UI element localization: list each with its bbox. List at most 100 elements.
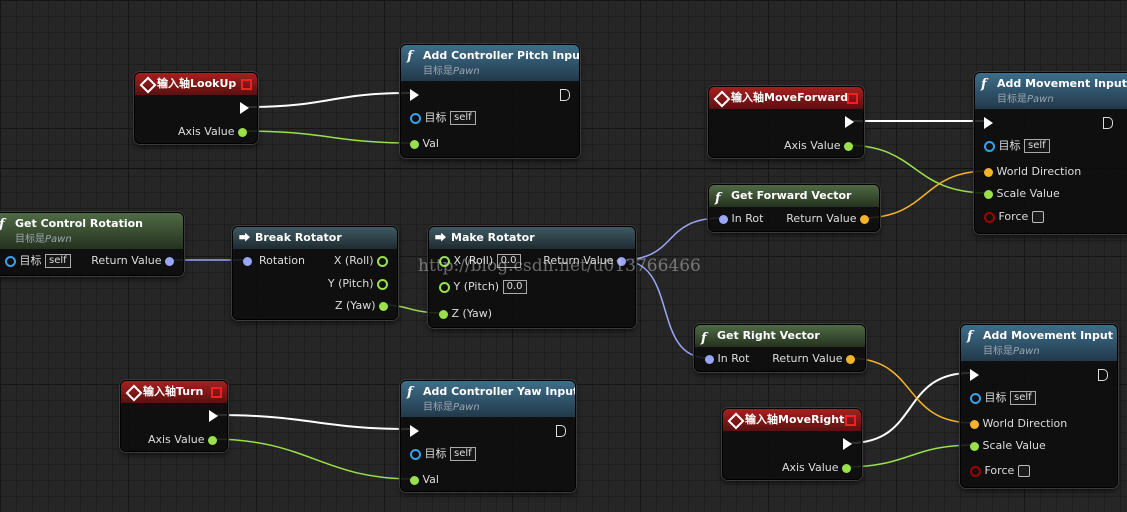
force-checkbox[interactable] [1031,211,1044,223]
pin-label: Return Value [786,212,857,225]
function-icon: f [715,191,721,206]
event-delegate-icon [845,415,856,426]
make-rotator-node[interactable]: ⮕ Make Rotator X (Roll) 0.0 Return Value … [428,226,636,328]
pin-label: 目标 [998,139,1021,152]
pin-label: World Direction [996,165,1082,178]
function-icon: f [407,49,413,64]
exec-in-pin[interactable] [410,88,419,102]
z-yaw-pin[interactable]: Z (Yaw) [335,299,388,313]
input-axis-lookup-node[interactable]: 输入轴LookUp Axis Value [134,72,258,144]
wire-forward-dir [861,170,989,219]
pin-label: 目标 [424,111,447,124]
break-rotator-node[interactable]: ⮕ Break Rotator Rotation X (Roll) Y (Pitc… [232,226,398,320]
return-value-pin[interactable]: Return Value [91,254,174,268]
world-direction-pin[interactable]: World Direction [984,165,1081,179]
exec-out-pin[interactable] [843,437,852,451]
node-title: 输入轴MoveRight [745,413,845,426]
target-pin[interactable]: 目标 self [970,391,1036,405]
node-header: 输入轴LookUp [135,73,257,95]
input-axis-moveright-node[interactable]: 输入轴MoveRight Axis Value [722,408,862,480]
return-value-pin[interactable]: Return Value [786,212,869,226]
scale-value-pin[interactable]: Scale Value [970,439,1046,453]
pin-label: Force [998,210,1029,223]
axis-value-pin[interactable]: Axis Value [784,139,853,153]
world-direction-pin[interactable]: World Direction [970,417,1067,431]
wire-exec-right [849,372,971,444]
node-title: Add Controller Pitch Input [423,49,579,62]
event-delegate-icon [211,387,222,398]
target-pin[interactable]: 目标 self [410,111,476,125]
pin-label: Scale Value [996,187,1060,200]
input-axis-moveforward-node[interactable]: 输入轴MoveForward Axis Value [708,86,864,158]
exec-out-pin[interactable] [1103,116,1113,130]
node-subtitle: 目标是Pawn [15,234,72,245]
axis-value-pin[interactable]: Axis Value [148,433,217,447]
target-self-box[interactable]: self [1024,139,1050,153]
x-roll-pin[interactable]: X (Roll) [334,254,388,268]
pin-label: 目标 [424,447,447,460]
add-controller-yaw-input-node[interactable]: f Add Controller Yaw Input 目标是Pawn 目标 self… [400,380,576,492]
get-control-rotation-node[interactable]: f Get Control Rotation 目标是Pawn 目标 self Ret… [0,212,184,276]
axis-value-pin[interactable]: Axis Value [178,125,247,139]
pin-label: Y (Pitch) [327,277,374,290]
exec-out-pin[interactable] [560,88,570,102]
node-title: Break Rotator [255,231,342,244]
node-header: f Add Controller Pitch Input 目标是Pawn [401,45,579,81]
add-movement-input-forward-node[interactable]: f Add Movement Input 目标是Pawn 目标 self World… [974,72,1127,234]
pin-label: Force [984,464,1015,477]
event-delegate-icon [241,79,252,90]
exec-out-pin[interactable] [209,409,218,423]
add-movement-input-right-node[interactable]: f Add Movement Input 目标是Pawn 目标 self World… [960,324,1118,488]
exec-out-pin[interactable] [240,101,249,115]
exec-in-pin[interactable] [970,368,979,382]
z-yaw-pin[interactable]: Z (Yaw) [439,307,492,321]
rotation-pin[interactable]: Rotation [243,254,305,268]
y-pitch-pin[interactable]: Y (Pitch) [328,277,388,291]
node-subtitle: 目标是Pawn [983,346,1040,357]
node-header: 输入轴Turn [121,381,227,403]
get-right-vector-node[interactable]: f Get Right Vector In Rot Return Value [694,324,866,372]
in-rot-pin[interactable]: In Rot [705,352,749,366]
input-axis-turn-node[interactable]: 输入轴Turn Axis Value [120,380,228,452]
node-header: f Get Control Rotation 目标是Pawn [0,213,183,249]
function-icon: f [407,385,413,400]
y-pitch-value-box[interactable]: 0.0 [502,280,527,294]
get-forward-vector-node[interactable]: f Get Forward Vector In Rot Return Value [708,184,880,232]
return-value-pin[interactable]: Return Value [772,352,855,366]
target-self-box[interactable]: self [450,111,476,125]
val-pin[interactable]: Val [410,473,439,487]
target-self-box[interactable]: self [450,447,476,461]
target-pin[interactable]: 目标 self [410,447,476,461]
wire-exec-turn [215,414,411,430]
target-pin[interactable]: 目标 self [5,254,71,268]
pin-label: In Rot [731,212,764,225]
force-checkbox[interactable] [1017,465,1030,477]
force-pin[interactable]: Force [984,210,1044,224]
axis-value-pin[interactable]: Axis Value [782,461,851,475]
node-title: Add Movement Input [983,329,1113,342]
exec-out-pin[interactable] [1098,368,1108,382]
target-self-box[interactable]: self [45,254,71,268]
node-title: Get Forward Vector [731,189,852,202]
exec-in-pin[interactable] [410,424,419,438]
pin-label: Return Value [772,352,843,365]
wire-axis-right [843,444,975,468]
scale-value-pin[interactable]: Scale Value [984,187,1060,201]
y-pitch-pin[interactable]: Y (Pitch) 0.0 [439,280,527,294]
pin-label: 目标 [19,254,42,267]
add-controller-pitch-input-node[interactable]: f Add Controller Pitch Input 目标是Pawn 目标 se… [400,44,580,158]
event-icon [125,384,143,402]
pin-label: Z (Yaw) [334,299,376,312]
exec-in-pin[interactable] [984,116,993,130]
force-pin[interactable]: Force [970,464,1030,478]
val-pin[interactable]: Val [410,137,439,151]
node-title: 输入轴LookUp [157,77,237,90]
target-self-box[interactable]: self [1010,391,1036,405]
pin-label: World Direction [982,417,1068,430]
in-rot-pin[interactable]: In Rot [719,212,763,226]
exec-out-pin[interactable] [845,115,854,129]
target-pin[interactable]: 目标 self [984,139,1050,153]
function-icon: f [701,331,707,346]
exec-out-pin[interactable] [556,424,566,438]
break-struct-icon: ⮕ [239,231,250,244]
